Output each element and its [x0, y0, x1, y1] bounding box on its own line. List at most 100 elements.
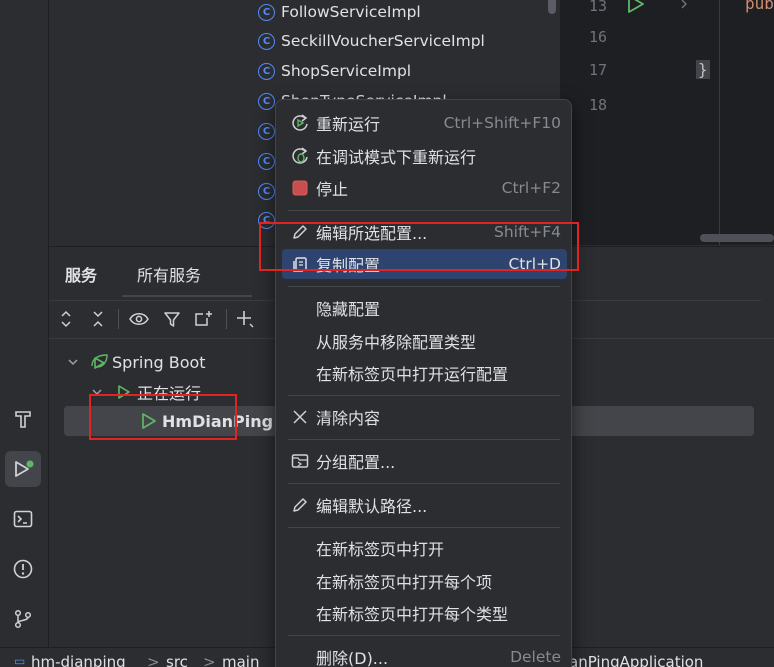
line-number: 13	[588, 0, 607, 15]
menu-separator	[288, 210, 560, 211]
menu-item-label: 重新运行	[316, 115, 381, 134]
menu-item-label: 编辑所选配置...	[316, 224, 428, 243]
menu-item-label: 复制配置...	[316, 256, 396, 275]
class-icon: C	[258, 153, 275, 170]
git-tool-button[interactable]	[5, 601, 41, 637]
editor-horizontal-scrollbar[interactable]	[700, 234, 774, 242]
toolbar-separator	[226, 309, 227, 329]
menu-item-label: 在新标签页中打开每个项	[316, 573, 493, 592]
tab-all-services[interactable]: 所有服务	[137, 262, 201, 286]
terminal-tool-button[interactable]	[5, 501, 41, 537]
menu-item-copy-config[interactable]: 复制配置... Ctrl+D	[282, 249, 567, 279]
run-gutter-icon[interactable]	[626, 0, 648, 14]
menu-item-group-config[interactable]: 分组配置...	[282, 446, 567, 476]
run-icon	[142, 413, 156, 429]
hammer-icon	[15, 411, 31, 428]
menu-item-label: 清除内容	[316, 409, 381, 428]
module-icon: ▭	[14, 654, 26, 667]
menu-item-label: 编辑默认路径...	[316, 497, 428, 516]
menu-item-open-run-config-new-tab[interactable]: 在新标签页中打开运行配置	[282, 358, 567, 388]
services-icon	[15, 460, 34, 477]
problems-tool-button[interactable]	[5, 551, 41, 587]
class-icon: C	[258, 3, 275, 21]
tree-item-label: SeckillVoucherServiceImpl	[281, 32, 485, 50]
menu-separator	[288, 483, 560, 484]
class-icon: C	[258, 92, 275, 110]
menu-item-label: 在调试模式下重新运行	[316, 148, 477, 167]
menu-item-edit-config[interactable]: 编辑所选配置... Shift+F4	[282, 217, 567, 247]
menu-item-shortcut: Ctrl+D	[508, 255, 561, 273]
tree-item-class[interactable]: C ShopServiceImpl	[258, 59, 411, 83]
menu-item-rerun[interactable]: 重新运行 Ctrl+Shift+F10	[282, 108, 567, 138]
menu-item-delete[interactable]: 删除(D)... Delete	[282, 642, 567, 667]
expand-all-icon	[61, 310, 71, 328]
eye-icon	[129, 313, 149, 325]
tree-node-app[interactable]: HmDianPing	[140, 408, 273, 434]
breadcrumb-item[interactable]: anPingApplication	[569, 653, 703, 667]
tree-item-class[interactable]: C SeckillVoucherServiceImpl	[258, 29, 485, 53]
breadcrumb-separator: >	[203, 653, 216, 667]
menu-item-open-new-tab[interactable]: 在新标签页中打开	[282, 533, 567, 563]
menu-item-clear-content[interactable]: 清除内容	[282, 402, 567, 432]
menu-item-shortcut: Ctrl+F2	[501, 179, 561, 197]
fold-arrow-icon[interactable]	[680, 0, 690, 12]
menu-item-label: 隐藏配置	[316, 300, 381, 319]
tree-node-label: 正在运行	[137, 384, 202, 403]
view-options-button[interactable]	[128, 308, 150, 330]
menu-item-label: 在新标签页中打开运行配置	[316, 365, 509, 384]
tree-node-spring-boot[interactable]: Spring Boot	[66, 349, 206, 375]
rerun-debug-icon	[289, 145, 311, 167]
breadcrumb-item[interactable]: main	[222, 653, 259, 667]
tree-node-label: Spring Boot	[112, 352, 206, 372]
line-number: 16	[588, 28, 607, 46]
run-icon	[118, 385, 130, 399]
breadcrumb-separator: >	[147, 653, 160, 667]
menu-item-label: 在新标签页中打开每个类型	[316, 605, 509, 624]
menu-separator	[288, 395, 560, 396]
menu-separator	[288, 439, 560, 440]
copy-icon	[289, 253, 311, 275]
menu-item-hide-config[interactable]: 隐藏配置	[282, 293, 567, 323]
class-icon: C	[258, 212, 275, 229]
class-icon: C	[258, 123, 275, 140]
pencil-icon	[289, 494, 311, 516]
class-icon: C	[258, 32, 275, 50]
terminal-icon	[13, 510, 33, 528]
problems-icon	[13, 559, 33, 579]
group-icon	[289, 450, 311, 472]
tab-services[interactable]: 服务	[65, 262, 97, 286]
tree-item-label: ShopServiceImpl	[281, 62, 412, 80]
menu-item-label: 在新标签页中打开	[316, 540, 445, 559]
menu-item-label: 分组配置...	[316, 453, 396, 472]
build-tool-button[interactable]	[5, 401, 41, 437]
plus-icon	[237, 311, 254, 328]
pencil-icon	[289, 221, 311, 243]
menu-item-stop[interactable]: 停止 Ctrl+F2	[282, 173, 567, 203]
open-in-new-tab-button[interactable]	[193, 308, 215, 330]
expand-all-button[interactable]	[55, 308, 77, 330]
tree-item-class[interactable]: C FollowServiceImpl	[258, 0, 421, 24]
menu-item-open-each-item[interactable]: 在新标签页中打开每个项	[282, 566, 567, 596]
menu-item-rerun-debug[interactable]: 在调试模式下重新运行	[282, 141, 567, 171]
collapse-all-button[interactable]	[87, 308, 109, 330]
services-tool-button[interactable]	[5, 451, 41, 487]
add-service-button[interactable]	[234, 308, 256, 330]
menu-item-remove-config-type[interactable]: 从服务中移除配置类型	[282, 326, 567, 356]
editor-separator	[719, 0, 720, 245]
close-icon	[289, 406, 311, 428]
chevron-down-icon	[68, 359, 78, 366]
menu-item-shortcut: Delete	[510, 648, 561, 666]
breadcrumb-item[interactable]: src	[166, 653, 188, 667]
tool-window-strip	[0, 0, 49, 667]
menu-item-open-each-type[interactable]: 在新标签页中打开每个类型	[282, 598, 567, 628]
filter-button[interactable]	[161, 308, 183, 330]
menu-item-shortcut: Shift+F4	[494, 223, 561, 241]
tree-node-running[interactable]: 正在运行	[90, 379, 201, 405]
menu-separator	[288, 286, 560, 287]
breadcrumb-item[interactable]: hm-dianping	[31, 653, 126, 667]
menu-item-edit-default-path[interactable]: 编辑默认路径...	[282, 490, 567, 520]
tree-scrollbar[interactable]	[548, 0, 556, 14]
spring-boot-icon	[91, 354, 108, 369]
tree-item-label: FollowServiceImpl	[281, 3, 421, 21]
menu-item-label: 停止	[316, 180, 349, 199]
